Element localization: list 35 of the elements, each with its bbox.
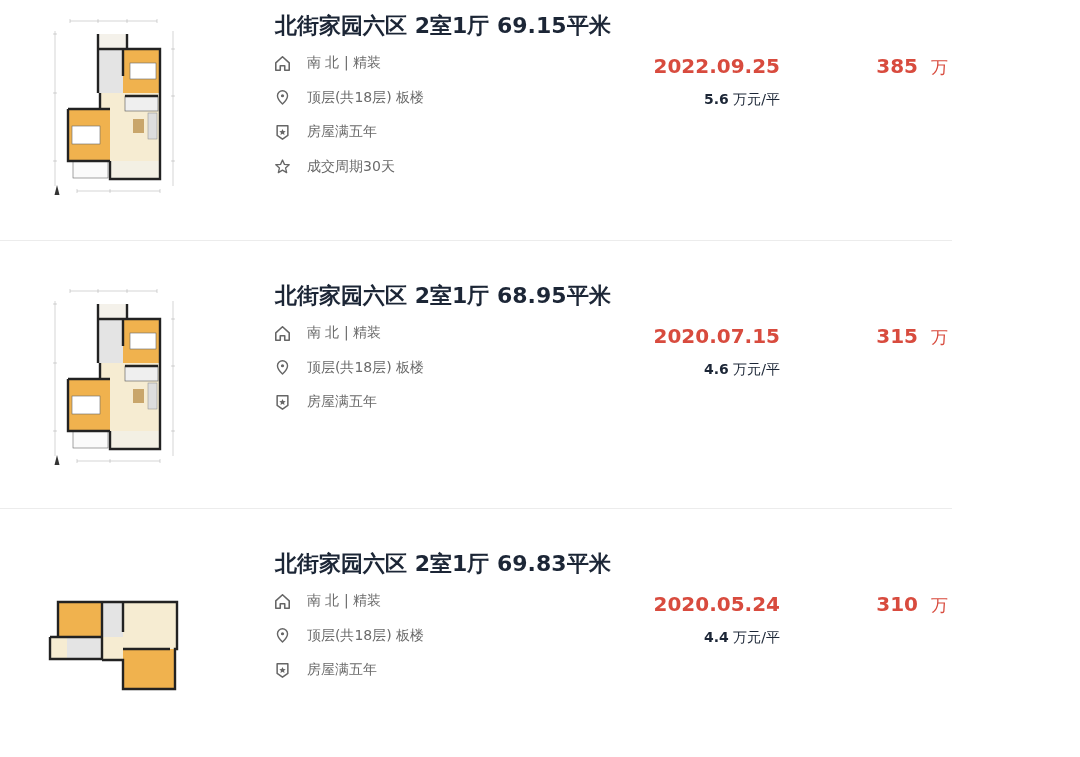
detail-text: 南 北 | 精装: [307, 592, 382, 611]
total-price: 310: [876, 591, 918, 618]
shield-star-icon: [275, 394, 290, 410]
detail-text: 顶层(共18层) 板楼: [307, 358, 425, 377]
detail-text: 房屋满五年: [307, 123, 377, 142]
house-icon: [275, 593, 290, 609]
total-price: 315: [876, 323, 918, 350]
detail-text: 房屋满五年: [307, 661, 377, 680]
total-price: 385: [876, 53, 918, 80]
deal-date: 2022.09.25: [653, 53, 780, 80]
location-pin-icon: [275, 628, 290, 644]
unit-price: 4.6 万元/平: [704, 360, 780, 379]
star-icon: [275, 159, 290, 175]
unit-price: 4.4 万元/平: [704, 628, 780, 647]
detail-text: 成交周期30天: [307, 157, 395, 176]
price-unit: 万: [931, 56, 948, 79]
shield-star-icon: [275, 662, 290, 678]
deal-date: 2020.05.24: [653, 591, 780, 618]
house-icon: [275, 325, 290, 341]
price-unit: 万: [931, 594, 948, 617]
house-icon: [275, 55, 290, 71]
location-pin-icon: [275, 360, 290, 376]
detail-text: 顶层(共18层) 板楼: [307, 88, 425, 107]
listing-title[interactable]: 北街家园六区 2室1厅 68.95平米: [275, 281, 611, 311]
listing-title[interactable]: 北街家园六区 2室1厅 69.83平米: [275, 549, 611, 579]
detail-text: 南 北 | 精装: [307, 324, 382, 343]
shield-star-icon: [275, 124, 290, 140]
location-pin-icon: [275, 90, 290, 106]
detail-text: 南 北 | 精装: [307, 54, 382, 73]
unit-price: 5.6 万元/平: [704, 90, 780, 109]
detail-text: 顶层(共18层) 板楼: [307, 626, 425, 645]
detail-text: 房屋满五年: [307, 393, 377, 412]
listing-title[interactable]: 北街家园六区 2室1厅 69.15平米: [275, 11, 611, 41]
price-unit: 万: [931, 326, 948, 349]
deal-date: 2020.07.15: [653, 323, 780, 350]
